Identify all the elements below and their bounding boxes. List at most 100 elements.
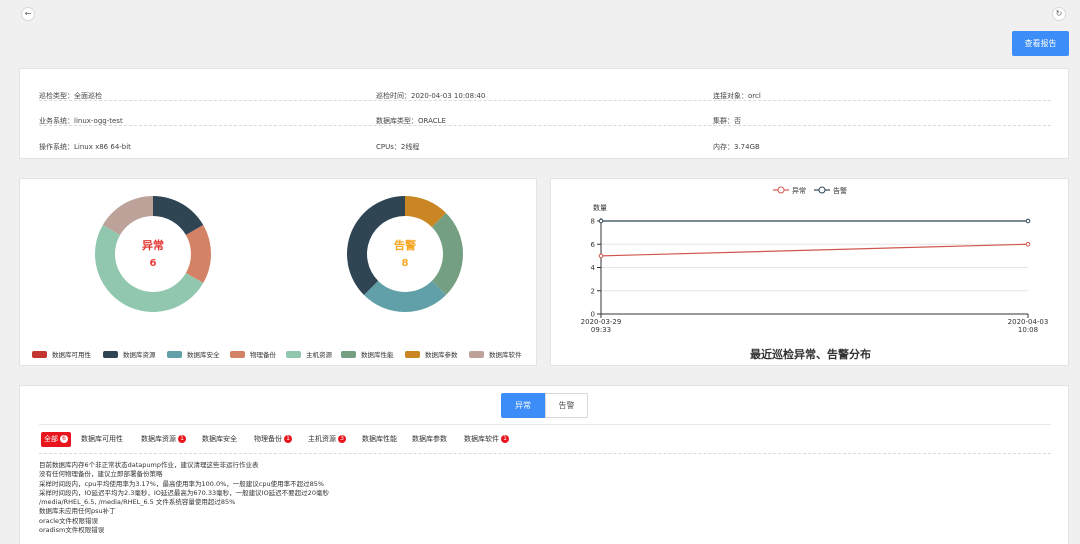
- filter-db-availability[interactable]: 数据库可用性: [81, 432, 123, 447]
- inspection-info-card: 巡检类型：全面巡检 巡检时间：2020-04-03 10:08:40 连接对象：…: [19, 68, 1069, 159]
- category-legend: 数据库可用性 数据库资源 数据库安全 物理备份 主机资源 数据库性能 数据库参数…: [32, 349, 532, 359]
- info-cell: 内存：3.74GB: [713, 143, 760, 151]
- legend-swatch: [167, 350, 182, 358]
- divider: [39, 453, 1051, 454]
- detail-card: 异常 告警 全部 6 数据库可用性 数据库资源 1 数据库安全 物理备份 1 主机资源…: [19, 385, 1069, 544]
- y-tick-label: 6: [591, 241, 596, 249]
- legend-swatch: [286, 350, 301, 358]
- info-row-1: 巡检类型：全面巡检 巡检时间：2020-04-03 10:08:40 连接对象：…: [39, 77, 1051, 101]
- legend-label: 主机资源: [306, 351, 332, 359]
- filter-db-software[interactable]: 数据库软件 1: [464, 432, 509, 447]
- count-badge: 1: [178, 435, 186, 443]
- chart-legend-item[interactable]: 异常: [773, 186, 806, 195]
- donut-segment[interactable]: [153, 196, 204, 235]
- info-cell: 集群：否: [713, 117, 741, 125]
- legend-item[interactable]: 数据库资源: [103, 349, 156, 359]
- legend-label: 数据库可用性: [52, 351, 91, 359]
- legend-item[interactable]: 数据库可用性: [32, 349, 91, 359]
- donut-segment[interactable]: [185, 225, 211, 283]
- trend-line-chart: 异常 告警数量024682020-03-29 09:332020-04-03 10:0…: [581, 186, 1049, 334]
- view-report-button[interactable]: 查看报告: [1012, 31, 1069, 56]
- filter-db-performance[interactable]: 数据库性能: [362, 432, 397, 447]
- donut-segment[interactable]: [431, 212, 464, 296]
- data-point[interactable]: [1025, 241, 1031, 247]
- filter-db-security[interactable]: 数据库安全: [202, 432, 237, 447]
- tab-warning[interactable]: 告警: [545, 393, 588, 418]
- filter-physical-backup[interactable]: 物理备份 1: [254, 432, 292, 447]
- legend-item[interactable]: 物理备份: [230, 349, 276, 359]
- issue-item: 目前数据库内存6个非正常状态datapump作业，建议清理这些非运行作业表: [39, 461, 259, 469]
- legend-item[interactable]: 主机资源: [286, 349, 332, 359]
- abnormal-count: 6: [149, 258, 157, 269]
- issue-list: 目前数据库内存6个非正常状态datapump作业，建议清理这些非运行作业表 没有…: [39, 461, 329, 535]
- y-tick-label: 8: [591, 218, 595, 226]
- count-badge: 3: [338, 435, 346, 443]
- filter-db-resource[interactable]: 数据库资源 1: [141, 432, 186, 447]
- chart-legend-item[interactable]: 告警: [814, 186, 847, 195]
- info-cell: 数据库类型：ORACLE: [376, 117, 446, 125]
- filter-db-parameters[interactable]: 数据库参数: [412, 432, 447, 447]
- legend-label: 数据库资源: [123, 351, 156, 359]
- legend-swatch: [32, 350, 47, 358]
- y-tick-label: 4: [591, 264, 596, 272]
- issue-item: 采样时间段内，cpu平均使用率为3.17%，最高使用率为100.0%，一般建议c…: [39, 479, 325, 488]
- warning-count: 8: [401, 258, 409, 269]
- back-button[interactable]: ←: [21, 7, 35, 21]
- series-line: [600, 243, 1029, 257]
- info-cell: 操作系统：Linux x86 64-bit: [39, 143, 131, 151]
- count-badge: 6: [60, 435, 68, 443]
- legend-item[interactable]: 数据库参数: [405, 349, 458, 359]
- info-cell: 巡检时间：2020-04-03 10:08:40: [376, 92, 486, 100]
- info-cell: CPUs：2线程: [376, 143, 420, 151]
- warning-label: 告警: [394, 239, 416, 252]
- info-cell: 业务系统：linux-ogg-test: [39, 117, 123, 125]
- category-donut-card: 异常 6 告警 8 数据库可用性 数据库资源 数据库安全 物理备份 主机资源 数…: [19, 178, 537, 366]
- abnormal-label: 异常: [142, 239, 164, 252]
- issue-item: 没有任何物理备份，建议立即部署备份策略: [39, 470, 163, 479]
- donut-segment[interactable]: [363, 280, 447, 312]
- issue-item: oradism文件权限错误: [39, 526, 105, 535]
- legend-swatch: [405, 350, 420, 358]
- info-cell: 连接对象：orcl: [713, 92, 761, 100]
- tab-abnormal[interactable]: 异常: [501, 393, 545, 418]
- count-badge: 1: [501, 435, 509, 443]
- chart-legend-label: 异常: [792, 186, 806, 195]
- legend-swatch: [230, 350, 245, 358]
- legend-item[interactable]: 数据库性能: [341, 349, 394, 359]
- legend-swatch: [469, 350, 484, 358]
- filter-all[interactable]: 全部 6: [41, 432, 71, 447]
- donut-segment[interactable]: [102, 196, 153, 235]
- data-point[interactable]: [598, 253, 604, 259]
- refresh-button[interactable]: ↻: [1052, 7, 1066, 21]
- legend-label: 物理备份: [250, 351, 276, 359]
- issue-item: 数据库未应用任何psu补丁: [39, 507, 116, 516]
- y-axis-label: 数量: [593, 203, 607, 212]
- legend-label: 数据库性能: [361, 351, 394, 359]
- y-tick-label: 2: [591, 287, 595, 295]
- legend-label: 数据库软件: [489, 351, 522, 359]
- x-tick-label: 2020-04-03 10:08: [1008, 318, 1049, 334]
- legend-swatch: [341, 350, 356, 358]
- issue-item: 采样时间段内，IO延迟平均为2.3毫秒，IO延迟最高为670.33毫秒，一般建议…: [39, 488, 329, 497]
- legend-label: 数据库安全: [187, 351, 220, 359]
- donut-charts: [95, 196, 464, 312]
- divider: [39, 424, 1051, 425]
- trend-chart-card: 异常 告警 数量 0 2 4 6 8 2020-03-29 09:33 2020-04-03 10:0…: [550, 178, 1069, 366]
- legend-swatch: [103, 350, 118, 358]
- info-row-3: 操作系统：Linux x86 64-bit CPUs：2线程 内存：3.74GB: [39, 128, 1051, 152]
- legend-label: 数据库参数: [425, 351, 458, 359]
- filter-host-resource[interactable]: 主机资源 3: [308, 432, 346, 447]
- count-badge: 1: [284, 435, 292, 443]
- info-cell: 巡检类型：全面巡检: [39, 92, 102, 100]
- chart-legend-label: 告警: [833, 186, 847, 195]
- x-tick-label: 2020-03-29 09:33: [581, 318, 622, 334]
- data-point[interactable]: [598, 218, 604, 224]
- legend-item[interactable]: 数据库安全: [167, 349, 220, 359]
- arrow-left-icon: ←: [24, 9, 32, 18]
- refresh-icon: ↻: [1055, 9, 1063, 18]
- legend-item[interactable]: 数据库软件: [469, 349, 522, 359]
- data-point[interactable]: [1025, 218, 1031, 224]
- info-row-2: 业务系统：linux-ogg-test 数据库类型：ORACLE 集群：否: [39, 102, 1051, 126]
- chart-title: 最近巡检异常、告警分布: [750, 348, 871, 361]
- issue-item: oracle文件权限错误: [39, 516, 99, 525]
